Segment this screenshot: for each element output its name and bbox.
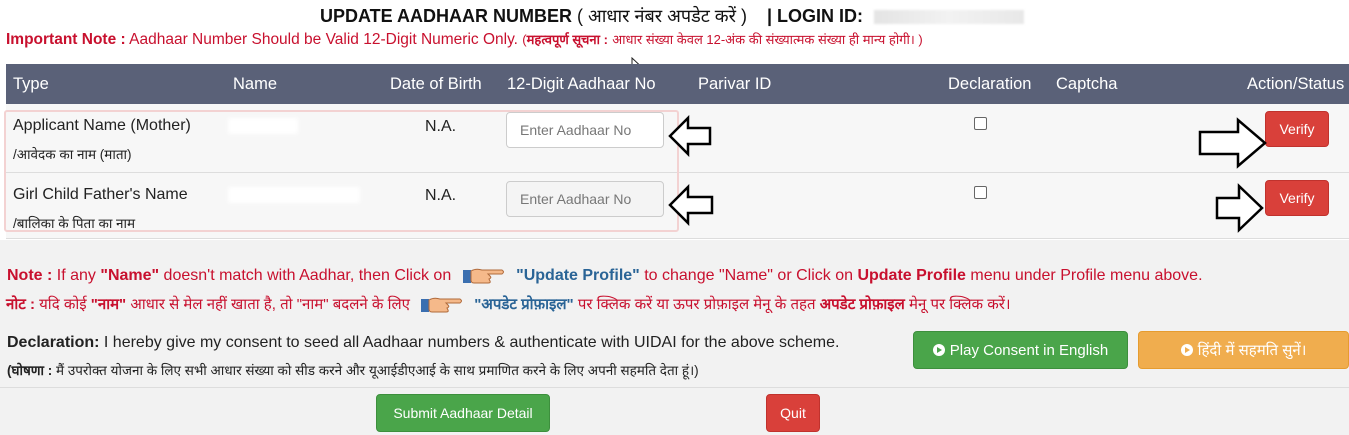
- title-text: UPDATE AADHAAR NUMBER: [320, 6, 572, 26]
- play-icon: [1180, 344, 1193, 356]
- row-name-redacted: [228, 187, 360, 203]
- declaration-english: Declaration: I hereby give my consent to…: [7, 334, 839, 352]
- declaration-text: I hereby give my consent to seed all Aad…: [99, 334, 840, 351]
- row-dob: N.A.: [425, 187, 457, 204]
- row-type-en: Girl Child Father's Name: [13, 186, 188, 203]
- update-profile-menu-text: अपडेट प्रोफ़ाइल: [819, 296, 905, 313]
- note-text: मेनू पर क्लिक करें।: [904, 296, 1011, 313]
- note-english: Note : If any "Name" doesn't match with …: [7, 265, 1203, 287]
- login-id-value-redacted: [874, 10, 1025, 25]
- page-title: UPDATE AADHAAR NUMBER ( आधार नंबर अपडेट …: [320, 4, 1025, 28]
- col-aadhaar: 12-Digit Aadhaar No: [507, 75, 656, 93]
- submit-aadhaar-button[interactable]: Submit Aadhaar Detail: [376, 394, 550, 432]
- row-dob: N.A.: [425, 118, 457, 135]
- declaration-hindi: (घोषणा : मैं उपरोक्त योजना के लिए सभी आध…: [7, 361, 699, 379]
- note-name-word: "नाम": [90, 296, 127, 313]
- note-hindi: नोट : यदि कोई "नाम" आधार से मेल नहीं खात…: [6, 294, 1011, 316]
- col-type: Type: [13, 75, 49, 93]
- col-captcha: Captcha: [1056, 75, 1118, 93]
- row-name-redacted: [228, 118, 298, 134]
- note-text: पर क्लिक करें या ऊपर प्रोफ़ाइल मेनू के त…: [573, 296, 820, 313]
- declaration-checkbox[interactable]: [974, 117, 987, 130]
- declaration-text-hindi: मैं उपरोक्त योजना के लिए सभी आधार संख्या…: [52, 363, 699, 378]
- note-label: Note :: [7, 267, 53, 285]
- divider: [0, 387, 1349, 388]
- note-name-word: "Name": [100, 267, 160, 285]
- row-type-hi: /बालिका के पिता का नाम: [13, 216, 136, 231]
- right-arrow-icon: [1198, 117, 1267, 169]
- table-header: Type Name Date of Birth 12-Digit Aadhaar…: [6, 64, 1349, 104]
- play-consent-hindi-button[interactable]: हिंदी में सहमति सुनें।: [1138, 331, 1349, 369]
- col-name: Name: [233, 75, 278, 93]
- note-text: menu under Profile menu above.: [965, 267, 1203, 285]
- important-note-hindi-label: महत्वपूर्ण सूचना :: [526, 32, 608, 47]
- update-profile-menu-text: Update Profile: [857, 267, 966, 285]
- col-action-status: Action/Status: [1247, 75, 1345, 93]
- note-text: to change "Name" or Click on: [639, 267, 858, 285]
- pointing-hand-icon: [421, 297, 463, 313]
- title-hindi: ( आधार नंबर अपडेट करें ): [577, 6, 747, 26]
- note-text: आधार से मेल नहीं खाता है, तो "नाम" बदलने…: [126, 296, 410, 313]
- update-profile-link-hindi[interactable]: "अपडेट प्रोफ़ाइल": [474, 296, 573, 313]
- important-note-hindi-text: आधार संख्या केवल 12-अंक की संख्यात्मक सं…: [612, 32, 923, 47]
- note-label: नोट :: [6, 296, 35, 313]
- right-arrow-icon: [1215, 183, 1264, 233]
- col-parivar-id: Parivar ID: [698, 75, 772, 93]
- col-declaration: Declaration: [948, 75, 1032, 93]
- row-type-en: Applicant Name (Mother): [13, 117, 191, 134]
- update-profile-link[interactable]: "Update Profile": [516, 267, 640, 284]
- play-icon: [932, 343, 945, 356]
- declaration-label: Declaration:: [7, 334, 100, 351]
- left-arrow-icon: [668, 115, 712, 157]
- note-text: doesn't match with Aadhar, then Click on: [159, 267, 452, 285]
- login-id-label: | LOGIN ID:: [767, 6, 864, 26]
- note-text: If any: [52, 267, 101, 285]
- aadhaar-input[interactable]: [506, 181, 664, 217]
- col-dob: Date of Birth: [390, 75, 482, 93]
- lower-panel: Note : If any "Name" doesn't match with …: [0, 240, 1349, 435]
- play-consent-english-button[interactable]: Play Consent in English: [913, 331, 1128, 369]
- declaration-label-hindi: (घोषणा :: [7, 363, 53, 378]
- important-note: Important Note : Aadhaar Number Should b…: [6, 30, 923, 49]
- verify-button[interactable]: Verify: [1265, 111, 1329, 147]
- aadhaar-input[interactable]: [506, 112, 664, 148]
- note-text: यदि कोई: [34, 296, 91, 313]
- declaration-checkbox[interactable]: [974, 186, 987, 199]
- pointing-hand-icon: [462, 268, 504, 284]
- play-consent-hindi-label: हिंदी में सहमति सुनें।: [1197, 342, 1307, 359]
- row-type-hi: /आवेदक का नाम (माता): [13, 147, 132, 162]
- play-consent-english-label: Play Consent in English: [949, 341, 1109, 359]
- important-note-label: Important Note :: [6, 31, 126, 48]
- verify-button[interactable]: Verify: [1265, 180, 1329, 216]
- important-note-text: Aadhaar Number Should be Valid 12-Digit …: [129, 31, 518, 48]
- left-arrow-icon: [668, 184, 714, 226]
- quit-button[interactable]: Quit: [766, 394, 820, 432]
